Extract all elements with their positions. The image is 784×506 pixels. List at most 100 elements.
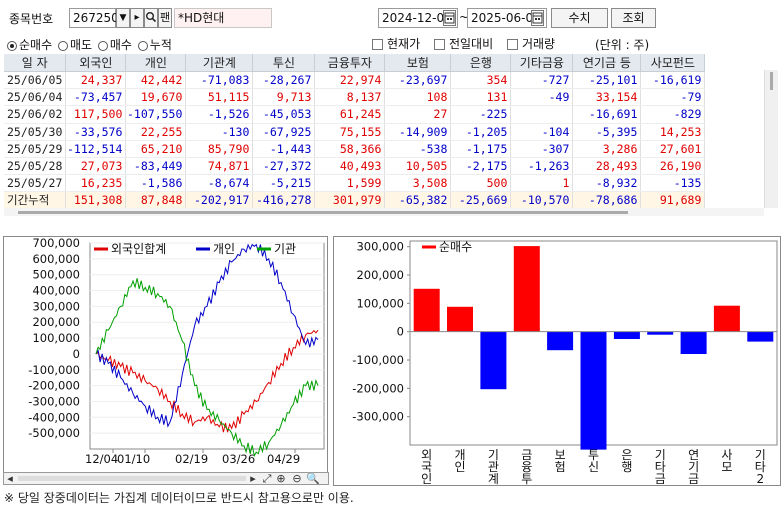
- stock-search-icon[interactable]: [144, 8, 158, 28]
- value-cell: 3,508: [384, 174, 452, 193]
- check-change[interactable]: 전일대비: [433, 37, 493, 51]
- fit-icon[interactable]: ⤢: [260, 471, 274, 487]
- table-row[interactable]: 25/06/04 -73,457 19,670 51,115 9,713 8,137 108…: [4, 88, 706, 107]
- y-tick-label: -300,000: [352, 410, 404, 424]
- category-label: 보험: [555, 448, 566, 474]
- column-header[interactable]: 외국인: [65, 54, 127, 72]
- value-cell: 58,366: [314, 140, 386, 158]
- line-chart-toolbar: ◂ ▸ ⤢ ⊕ ⊖ 🔍: [3, 472, 329, 485]
- value-cell: -225: [450, 105, 512, 124]
- scroll-right-icon[interactable]: ▸: [247, 471, 259, 487]
- column-header[interactable]: 투신: [252, 54, 316, 72]
- pen-button[interactable]: 팬: [158, 8, 172, 28]
- column-header[interactable]: 기관계: [185, 54, 254, 72]
- radio-cumulative[interactable]: 누적: [137, 38, 172, 52]
- bar: [547, 331, 574, 351]
- value-cell: -25,669: [450, 191, 512, 210]
- value-cell: 354: [450, 71, 512, 90]
- table-vertical-scrollbar[interactable]: [764, 70, 778, 208]
- values-button[interactable]: 수치: [551, 8, 608, 28]
- value-cell: -73,457: [65, 88, 127, 107]
- value-cell: 26,190: [640, 157, 706, 176]
- column-header[interactable]: 보험: [384, 54, 452, 72]
- radio-net-buy[interactable]: 순매수: [7, 38, 52, 52]
- value-cell: -1,263: [510, 157, 574, 176]
- table-row[interactable]: 25/06/05 24,337 42,442 -71,083 -28,267 22,974…: [4, 71, 706, 90]
- table-row[interactable]: 25/05/29 -112,514 65,210 85,790 -1,443 58,366…: [4, 140, 706, 158]
- value-cell: 33,154: [572, 88, 642, 107]
- code-dropdown-button[interactable]: ▼: [116, 8, 130, 28]
- unit-label: (단위 : 주): [595, 38, 650, 52]
- date-cell: 25/06/02: [4, 105, 67, 124]
- value-cell: 85,790: [185, 140, 254, 158]
- table-horizontal-scrollbar[interactable]: [4, 208, 764, 216]
- stock-code-input[interactable]: 267250: [69, 8, 119, 28]
- category-label: 외국인: [421, 448, 432, 485]
- table-row[interactable]: 25/06/02 117,500 -107,550 -1,526 -45,053 61,2…: [4, 105, 706, 124]
- bar: [480, 331, 507, 390]
- column-header[interactable]: 연기금 등: [572, 54, 642, 72]
- column-header[interactable]: 사모펀드: [640, 54, 706, 72]
- bar: [413, 288, 440, 332]
- magnify-icon[interactable]: 🔍: [306, 471, 320, 487]
- table-row[interactable]: 25/05/27 16,235 -1,586 -8,674 -5,215 1,599 3,5…: [4, 174, 706, 193]
- column-header[interactable]: 기타금융: [510, 54, 574, 72]
- value-cell: -65,382: [384, 191, 452, 210]
- stock-name-field: *HD현대: [174, 8, 272, 28]
- y-tick-label: 300,000: [32, 299, 80, 313]
- bar: [447, 306, 473, 332]
- table-row[interactable]: 25/05/28 27,073 -83,449 74,871 -27,372 40,493…: [4, 157, 706, 176]
- value-cell: 500: [450, 174, 512, 193]
- value-cell: 117,500: [65, 105, 127, 124]
- chart-scrollbar-track[interactable]: [18, 476, 246, 481]
- value-cell: 1,599: [314, 174, 386, 193]
- value-cell: 27,073: [65, 157, 127, 176]
- value-cell: -130: [185, 123, 254, 141]
- table-row[interactable]: 25/05/30 -33,576 22,255 -130 -67,925 75,155 -1…: [4, 123, 706, 141]
- footer-note: ※ 당일 장중데이터는 가집계 데이터이므로 반드시 참고용으로만 이용.: [4, 491, 354, 505]
- column-header[interactable]: 금융투자: [314, 54, 386, 72]
- y-tick-label: 700,000: [32, 237, 80, 250]
- radio-buy[interactable]: 매수: [97, 38, 132, 52]
- value-cell: 151,308: [65, 191, 127, 210]
- zoom-in-icon[interactable]: ⊕: [274, 471, 288, 487]
- radio-sell[interactable]: 매도: [57, 38, 92, 52]
- stock-code-label: 종목번호: [9, 12, 54, 26]
- query-button[interactable]: 조회: [611, 8, 656, 28]
- value-cell: -5,395: [572, 123, 642, 141]
- x-tick-label: 04/29: [267, 452, 300, 466]
- y-tick-label: 200,000: [356, 268, 404, 282]
- y-tick-label: 100,000: [356, 296, 404, 310]
- value-cell: -538: [384, 140, 452, 158]
- bar: [747, 331, 774, 342]
- category-label: 투신: [588, 448, 599, 474]
- check-current-price[interactable]: 현재가: [372, 37, 420, 51]
- check-volume[interactable]: 거래량: [506, 37, 555, 51]
- table-header: 일 자 외국인 개인 기관계 투신 금융투자 보험 은행 기타금융 연기금 등 사모펀드: [4, 54, 706, 72]
- date-to-calendar-icon[interactable]: [531, 10, 544, 26]
- column-header[interactable]: 개인: [125, 54, 187, 72]
- column-header[interactable]: 일 자: [4, 54, 67, 72]
- code-next-button[interactable]: ▸: [130, 8, 144, 28]
- date-from-calendar-icon[interactable]: [443, 10, 456, 26]
- value-cell: -49: [510, 88, 574, 107]
- value-cell: [510, 105, 574, 124]
- value-cell: -67,925: [252, 123, 316, 141]
- y-tick-label: 0: [73, 347, 80, 361]
- legend-label: 순매수: [439, 240, 472, 254]
- value-cell: -33,576: [65, 123, 127, 141]
- scroll-left-icon[interactable]: ◂: [4, 471, 16, 487]
- value-cell: -112,514: [65, 140, 127, 158]
- value-cell: -2,175: [450, 157, 512, 176]
- date-cell: 25/05/30: [4, 123, 67, 141]
- date-cell: 25/05/29: [4, 140, 67, 158]
- legend-label: 외국인합계: [111, 242, 166, 256]
- category-label: 사모: [721, 448, 732, 474]
- y-tick-label: -100,000: [28, 363, 80, 377]
- value-cell: 28,493: [572, 157, 642, 176]
- column-header[interactable]: 은행: [450, 54, 512, 72]
- summary-row[interactable]: 기간누적 151,308 87,848 -202,917 -416,278 301,979…: [4, 191, 706, 210]
- bar: [513, 246, 540, 332]
- zoom-out-icon[interactable]: ⊖: [290, 471, 304, 487]
- legend-label: 개인: [213, 242, 235, 256]
